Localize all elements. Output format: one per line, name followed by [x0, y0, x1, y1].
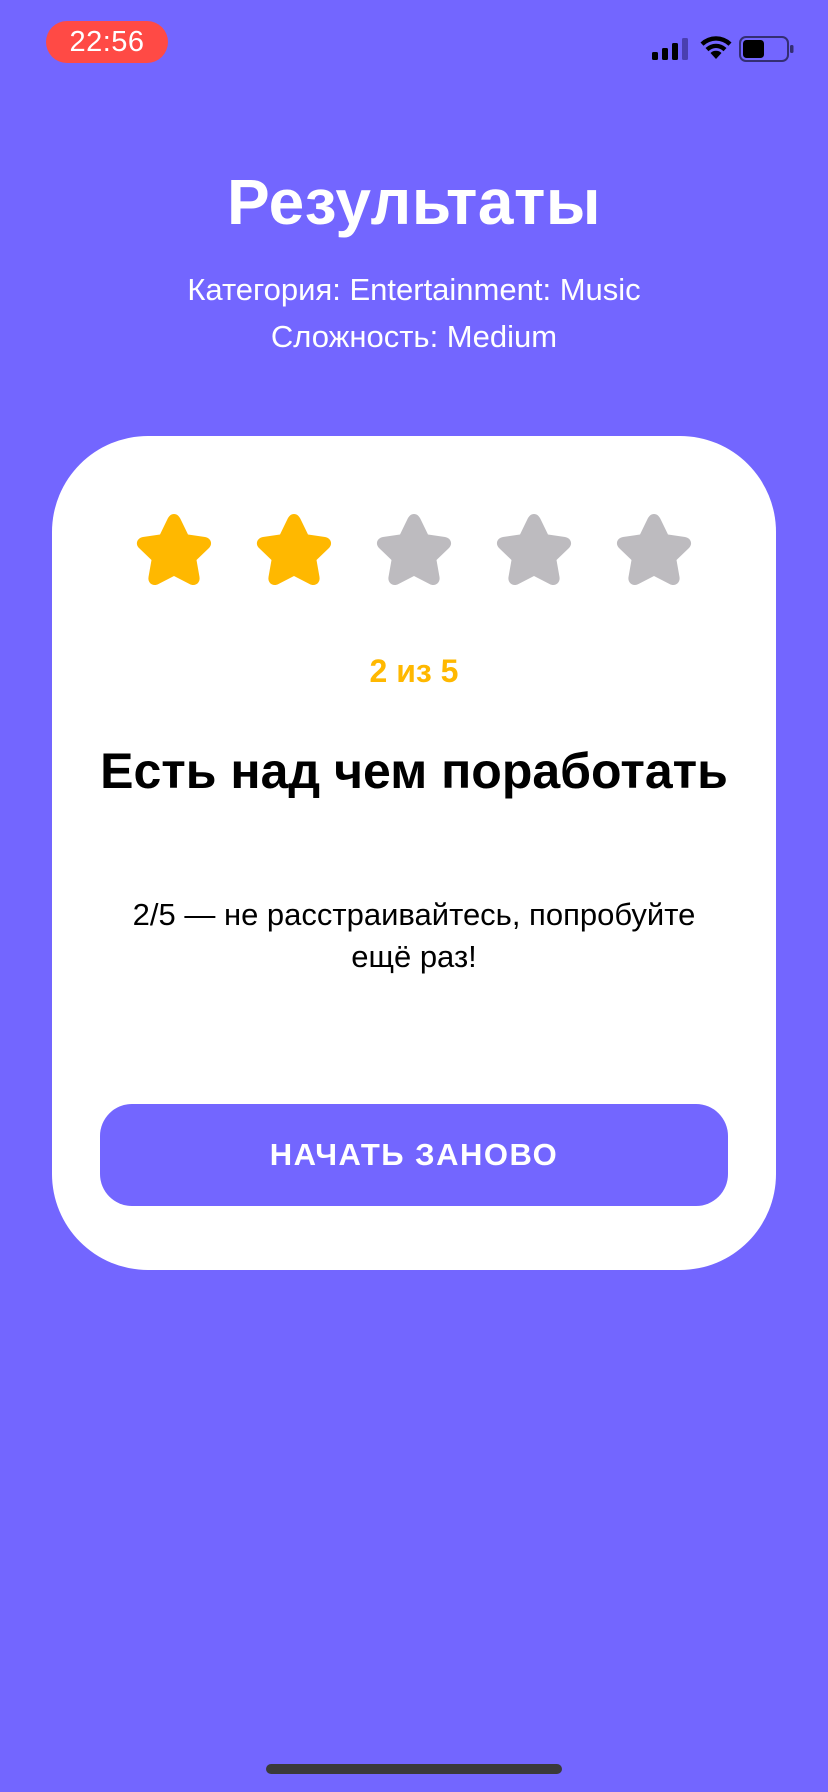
star-icon-empty — [606, 508, 702, 604]
restart-button[interactable]: НАЧАТЬ ЗАНОВО — [100, 1104, 728, 1206]
result-heading: Есть над чем поработать — [100, 743, 728, 799]
result-card: 2 из 5 Есть над чем поработать 2/5 — не … — [52, 436, 776, 1270]
status-time: 22:56 — [46, 21, 168, 63]
home-indicator — [266, 1764, 562, 1774]
cellular-signal-icon — [652, 38, 690, 65]
star-icon-empty — [366, 508, 462, 604]
quiz-category: Категория: Entertainment: Music — [187, 272, 641, 307]
star-icon-empty — [486, 508, 582, 604]
star-icon-filled — [246, 508, 342, 604]
quiz-difficulty: Сложность: Medium — [270, 319, 558, 354]
star-icon-filled — [126, 508, 222, 604]
page-title: Результаты — [227, 166, 601, 238]
star-rating — [126, 508, 702, 608]
score-label: 2 из 5 — [369, 653, 459, 689]
wifi-icon — [699, 35, 733, 66]
result-message: 2/5 — не расстраивайтесь, попробуйте ещё… — [132, 897, 696, 974]
battery-icon — [739, 36, 795, 67]
status-bar: 22:56 — [0, 0, 828, 88]
